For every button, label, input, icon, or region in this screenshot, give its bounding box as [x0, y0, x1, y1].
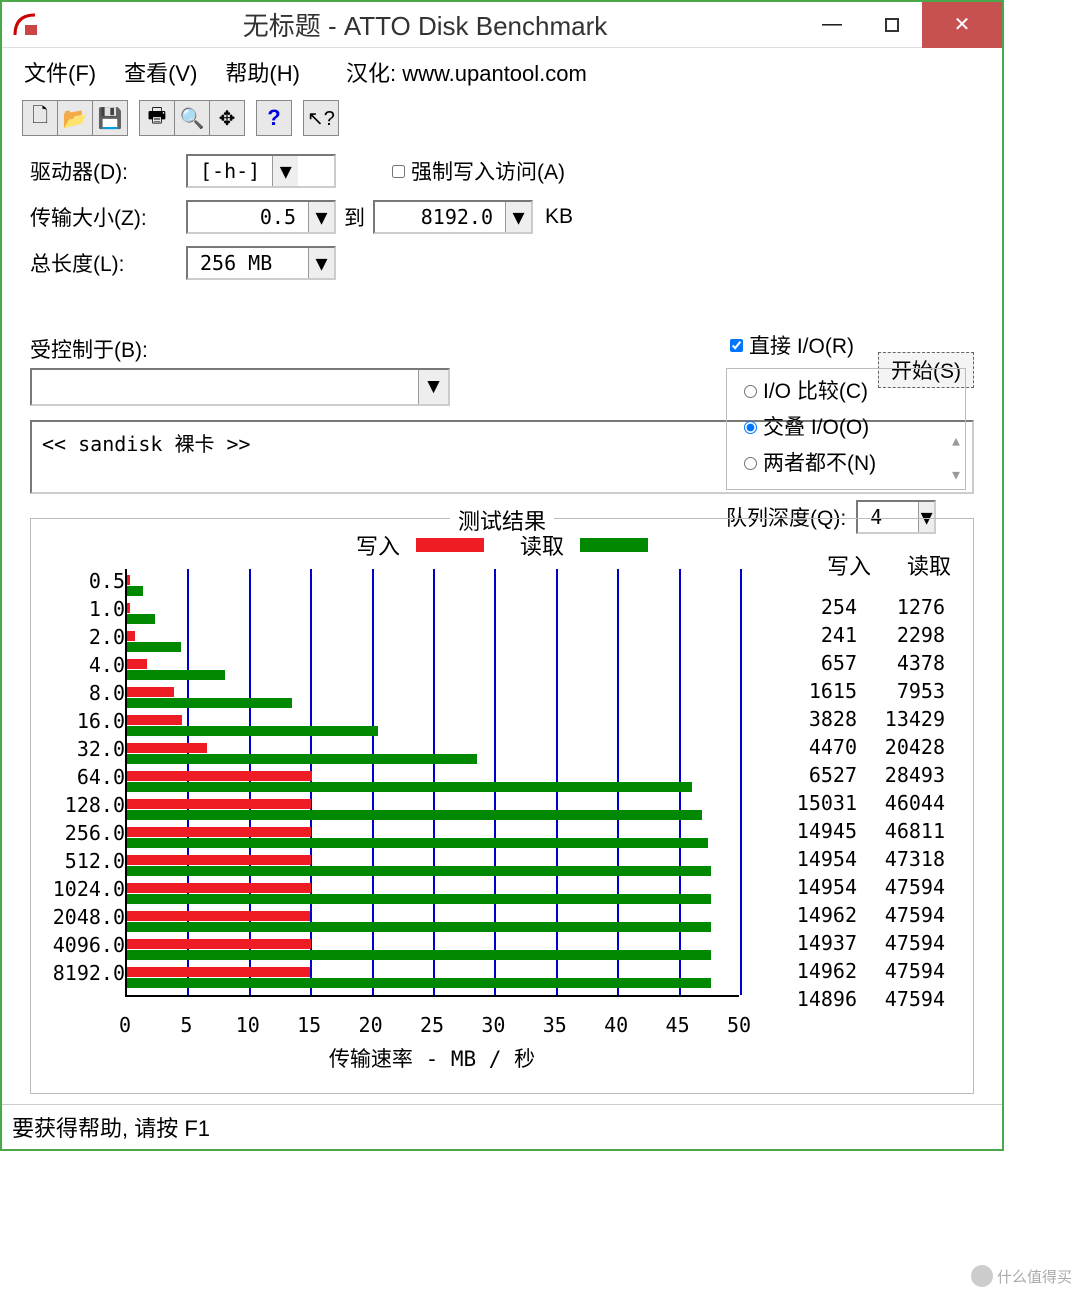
drive-select[interactable]: [-h-]▼ — [186, 154, 336, 188]
chart-plot-area — [125, 569, 739, 997]
kb-label: KB — [545, 205, 573, 229]
write-bar — [127, 715, 182, 725]
write-column-header: 写入 — [827, 549, 871, 581]
data-row: 1495447594 — [769, 873, 945, 901]
dropdown-icon: ▼ — [272, 156, 298, 186]
data-row: 1496247594 — [769, 957, 945, 985]
transfer-from-select[interactable]: 0.5▼ — [186, 200, 336, 234]
write-bar — [127, 967, 310, 977]
read-bar — [127, 978, 711, 988]
menubar: 文件(F) 查看(V) 帮助(H) 汉化: www.upantool.com — [2, 48, 1002, 96]
write-bar — [127, 939, 311, 949]
x-axis-ticks: 05101520253035404550 — [125, 1013, 739, 1041]
transfer-size-label: 传输大小(Z): — [30, 202, 186, 232]
controlled-label: 受控制于(B): — [30, 334, 450, 364]
titlebar: 无标题 - ATTO Disk Benchmark — ✕ — [2, 2, 1002, 48]
move-button[interactable]: ✥ — [209, 100, 245, 136]
read-bar — [127, 894, 711, 904]
data-row: 2541276 — [769, 593, 945, 621]
total-length-label: 总长度(L): — [30, 248, 186, 278]
minimize-button[interactable]: — — [802, 2, 862, 48]
read-legend-swatch — [580, 538, 648, 552]
maximize-button[interactable] — [862, 2, 922, 48]
direct-io-checkbox[interactable] — [730, 339, 743, 352]
write-legend-label: 写入 — [356, 529, 400, 561]
data-row: 2412298 — [769, 621, 945, 649]
read-bar — [127, 698, 292, 708]
data-row: 652728493 — [769, 761, 945, 789]
read-column-header: 读取 — [907, 549, 951, 581]
write-bar — [127, 687, 174, 697]
read-bar — [127, 950, 711, 960]
save-button[interactable]: 💾 — [92, 100, 128, 136]
transfer-to-select[interactable]: 8192.0▼ — [373, 200, 533, 234]
data-row: 1503146044 — [769, 789, 945, 817]
menu-help[interactable]: 帮助(H) — [225, 56, 300, 88]
write-bar — [127, 799, 311, 809]
data-row: 6574378 — [769, 649, 945, 677]
help-button[interactable]: ? — [256, 100, 292, 136]
close-button[interactable]: ✕ — [922, 2, 1002, 48]
read-bar — [127, 642, 181, 652]
data-row: 382813429 — [769, 705, 945, 733]
results-panel: 测试结果 写入 读取 写入 读取 0.51.02.04.08.016.032.0… — [30, 518, 974, 1094]
read-bar — [127, 586, 143, 596]
data-row: 1489647594 — [769, 985, 945, 1013]
results-title: 测试结果 — [450, 504, 554, 536]
read-bar — [127, 838, 708, 848]
read-bar — [127, 726, 378, 736]
read-bar — [127, 614, 155, 624]
read-bar — [127, 866, 711, 876]
read-bar — [127, 922, 711, 932]
read-bar — [127, 754, 477, 764]
whatsthis-button[interactable]: ↖? — [303, 100, 339, 136]
force-write-checkbox[interactable] — [392, 165, 405, 178]
app-icon — [2, 11, 48, 39]
read-bar — [127, 810, 702, 820]
write-legend-swatch — [416, 538, 484, 552]
watermark: 什么值得买 — [971, 1265, 1072, 1287]
neither-radio[interactable] — [744, 457, 757, 470]
write-bar — [127, 743, 207, 753]
read-bar — [127, 670, 225, 680]
x-axis-label: 传输速率 - MB / 秒 — [125, 1043, 739, 1073]
read-bar — [127, 782, 692, 792]
data-row: 16157953 — [769, 677, 945, 705]
length-select[interactable]: 256 MB▼ — [186, 246, 336, 280]
write-bar — [127, 911, 310, 921]
write-bar — [127, 827, 311, 837]
force-write-label: 强制写入访问(A) — [411, 156, 565, 186]
io-compare-radio[interactable] — [744, 385, 757, 398]
write-bar — [127, 575, 130, 585]
data-row: 447020428 — [769, 733, 945, 761]
data-row: 1494546811 — [769, 817, 945, 845]
toolbar: 🗋📂💾 🖶🔍✥? ↖? — [2, 96, 1002, 144]
write-bar — [127, 855, 311, 865]
open-button[interactable]: 📂 — [57, 100, 93, 136]
write-bar — [127, 883, 311, 893]
menu-credit: 汉化: www.upantool.com — [346, 56, 587, 88]
menu-file[interactable]: 文件(F) — [24, 56, 96, 88]
data-row: 1495447318 — [769, 845, 945, 873]
drive-label: 驱动器(D): — [30, 156, 186, 186]
io-mode-group: I/O 比较(C) 交叠 I/O(O) 两者都不(N) — [726, 368, 966, 490]
write-bar — [127, 659, 147, 669]
data-row: 1493747594 — [769, 929, 945, 957]
data-row: 1496247594 — [769, 901, 945, 929]
write-bar — [127, 631, 135, 641]
direct-io-label: 直接 I/O(R) — [749, 330, 854, 360]
new-button[interactable]: 🗋 — [22, 100, 58, 136]
write-bar — [127, 771, 312, 781]
to-label: 到 — [344, 202, 365, 232]
data-columns: 2541276241229865743781615795338281342944… — [769, 593, 945, 1013]
menu-view[interactable]: 查看(V) — [124, 56, 197, 88]
overlap-io-radio[interactable] — [744, 421, 757, 434]
write-bar — [127, 603, 130, 613]
statusbar: 要获得帮助, 请按 F1 — [2, 1104, 1002, 1149]
print-button[interactable]: 🖶 — [139, 100, 175, 136]
y-axis-labels: 0.51.02.04.08.016.032.064.0128.0256.0512… — [49, 565, 125, 1013]
controlled-select[interactable]: ▼ — [30, 368, 450, 406]
preview-button[interactable]: 🔍 — [174, 100, 210, 136]
window-title: 无标题 - ATTO Disk Benchmark — [48, 6, 802, 43]
